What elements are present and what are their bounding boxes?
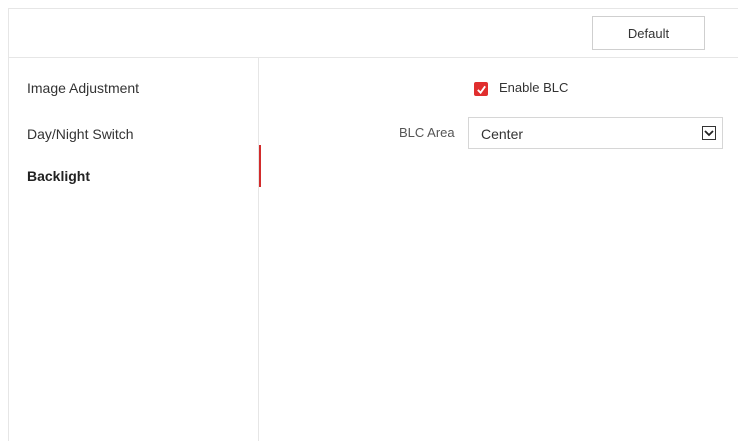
enable-blc-label: Enable BLC xyxy=(499,80,569,95)
active-indicator xyxy=(259,145,261,187)
sidebar-item-backlight[interactable]: Backlight xyxy=(27,168,90,184)
blc-area-label: BLC Area xyxy=(399,125,455,140)
default-button[interactable]: Default xyxy=(592,16,705,50)
blc-area-value: Center xyxy=(481,126,524,142)
sidebar-item-image-adjustment[interactable]: Image Adjustment xyxy=(27,80,139,96)
chevron-down-icon xyxy=(702,126,716,140)
checkmark-icon xyxy=(476,85,486,94)
sidebar-item-day-night-switch[interactable]: Day/Night Switch xyxy=(27,126,134,142)
sidebar: Image Adjustment Day/Night Switch Backli… xyxy=(9,58,259,441)
blc-area-select[interactable]: Center xyxy=(468,117,723,149)
settings-panel: Default Image Adjustment Day/Night Switc… xyxy=(8,8,738,441)
enable-blc-checkbox[interactable] xyxy=(474,82,488,96)
toolbar: Default xyxy=(9,9,738,58)
